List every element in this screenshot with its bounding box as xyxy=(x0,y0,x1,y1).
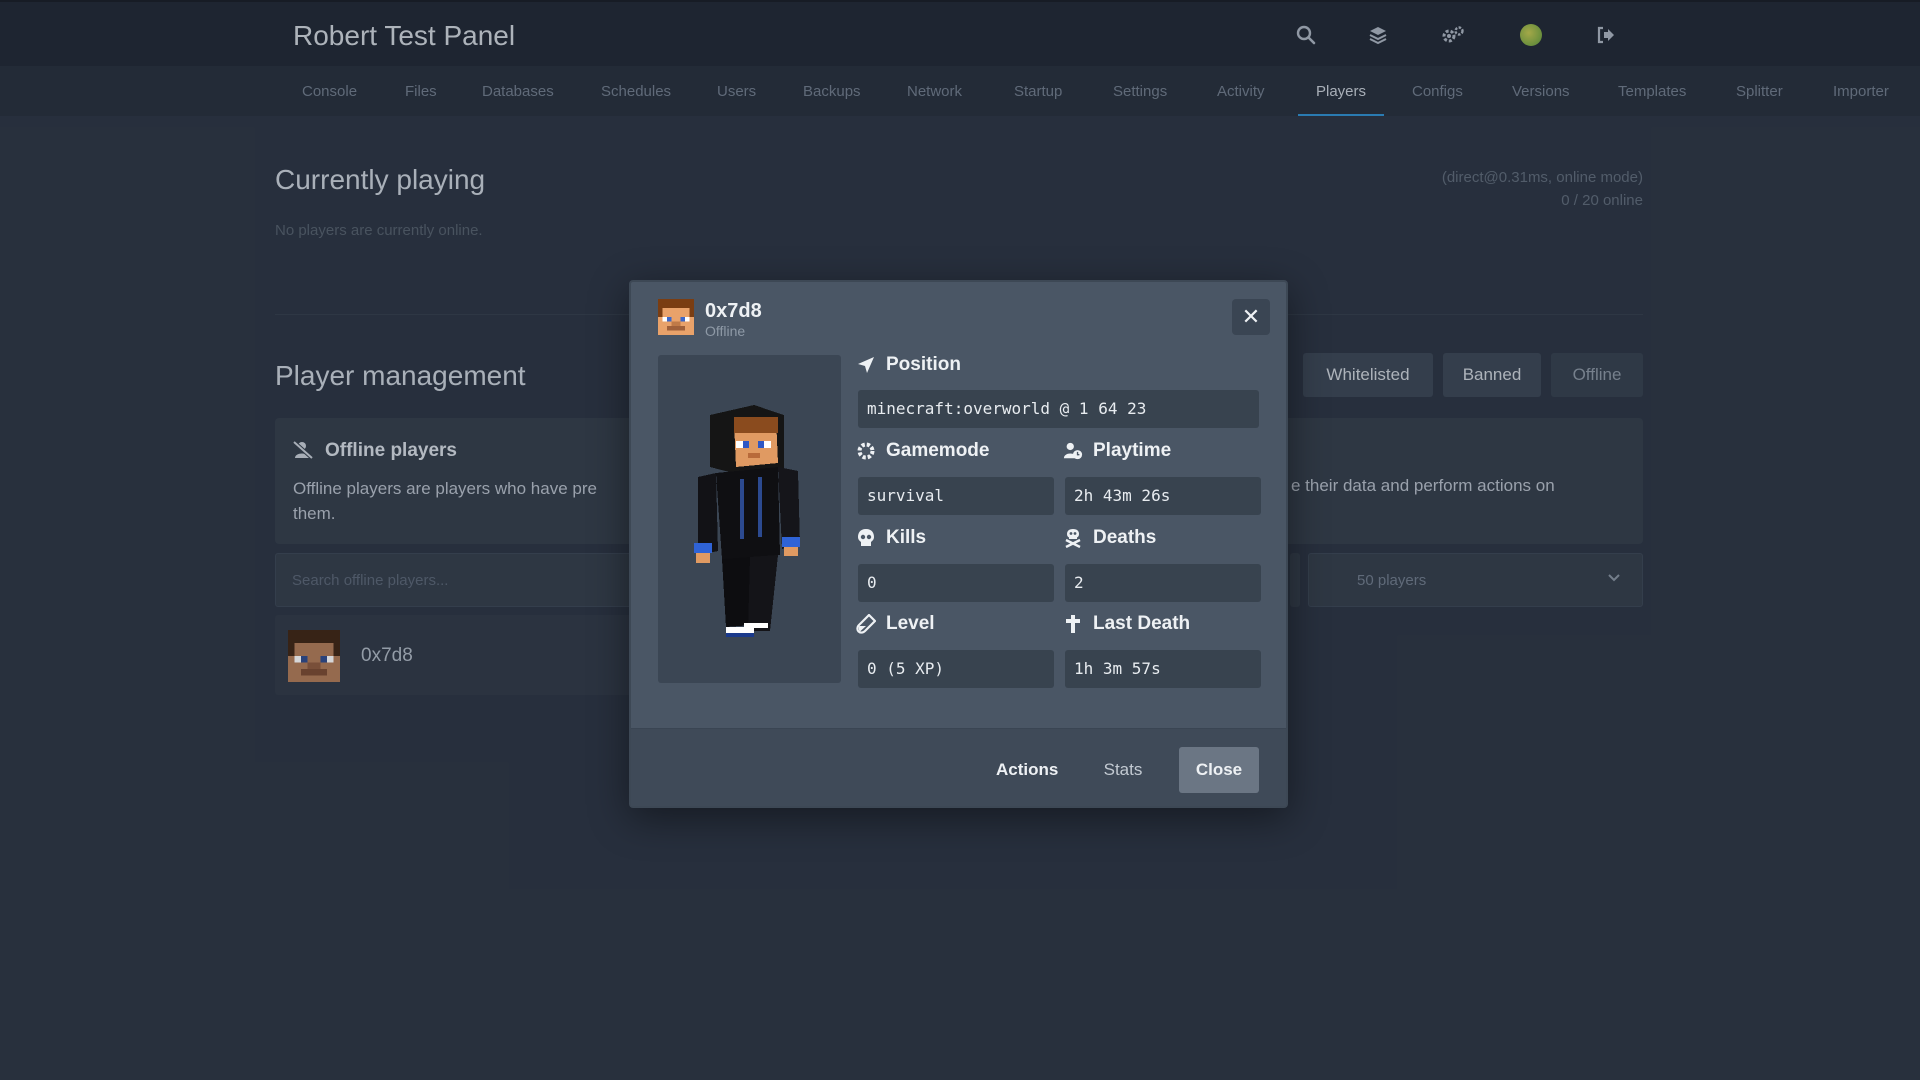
skull-icon xyxy=(856,528,876,548)
last-death-label: Last Death xyxy=(1063,613,1190,635)
level-label: Level xyxy=(856,613,935,635)
skull-crossbones-icon xyxy=(1063,528,1083,548)
player-details-modal: 0x7d8 Offline ✕ Position minecraft:overw… xyxy=(629,280,1288,808)
user-clock-icon xyxy=(1063,441,1083,461)
deaths-value: 2 xyxy=(1065,564,1261,602)
flask-icon xyxy=(856,614,876,634)
position-value: minecraft:overworld @ 1 64 23 xyxy=(858,390,1259,428)
gamemode-value: survival xyxy=(858,477,1054,515)
position-label: Position xyxy=(856,354,961,376)
player-skin-render xyxy=(658,355,841,683)
gamemode-label: Gamemode xyxy=(856,440,989,462)
deaths-label: Deaths xyxy=(1063,527,1156,549)
last-death-value: 1h 3m 57s xyxy=(1065,650,1261,688)
level-label-text: Level xyxy=(886,613,935,634)
player-skin-image xyxy=(694,405,800,637)
position-label-text: Position xyxy=(886,354,961,375)
close-button[interactable]: Close xyxy=(1179,747,1259,793)
level-value: 0 (5 XP) xyxy=(858,650,1054,688)
gamemode-label-text: Gamemode xyxy=(886,440,990,461)
kills-value: 0 xyxy=(858,564,1054,602)
gear-icon xyxy=(856,441,876,461)
close-icon[interactable]: ✕ xyxy=(1232,299,1270,335)
playtime-value: 2h 43m 26s xyxy=(1065,477,1261,515)
modal-player-name: 0x7d8 xyxy=(705,300,762,322)
location-arrow-icon xyxy=(856,355,876,375)
actions-button[interactable]: Actions xyxy=(984,747,1070,793)
modal-player-status: Offline xyxy=(705,323,746,339)
kills-label-text: Kills xyxy=(886,527,927,548)
kills-label: Kills xyxy=(856,527,926,549)
cross-icon xyxy=(1063,614,1083,634)
last-death-label-text: Last Death xyxy=(1093,613,1191,634)
modal-player-head xyxy=(658,299,694,335)
playtime-label-text: Playtime xyxy=(1093,440,1172,461)
stats-button[interactable]: Stats xyxy=(1087,747,1159,793)
deaths-label-text: Deaths xyxy=(1093,527,1157,548)
playtime-label: Playtime xyxy=(1063,440,1171,462)
